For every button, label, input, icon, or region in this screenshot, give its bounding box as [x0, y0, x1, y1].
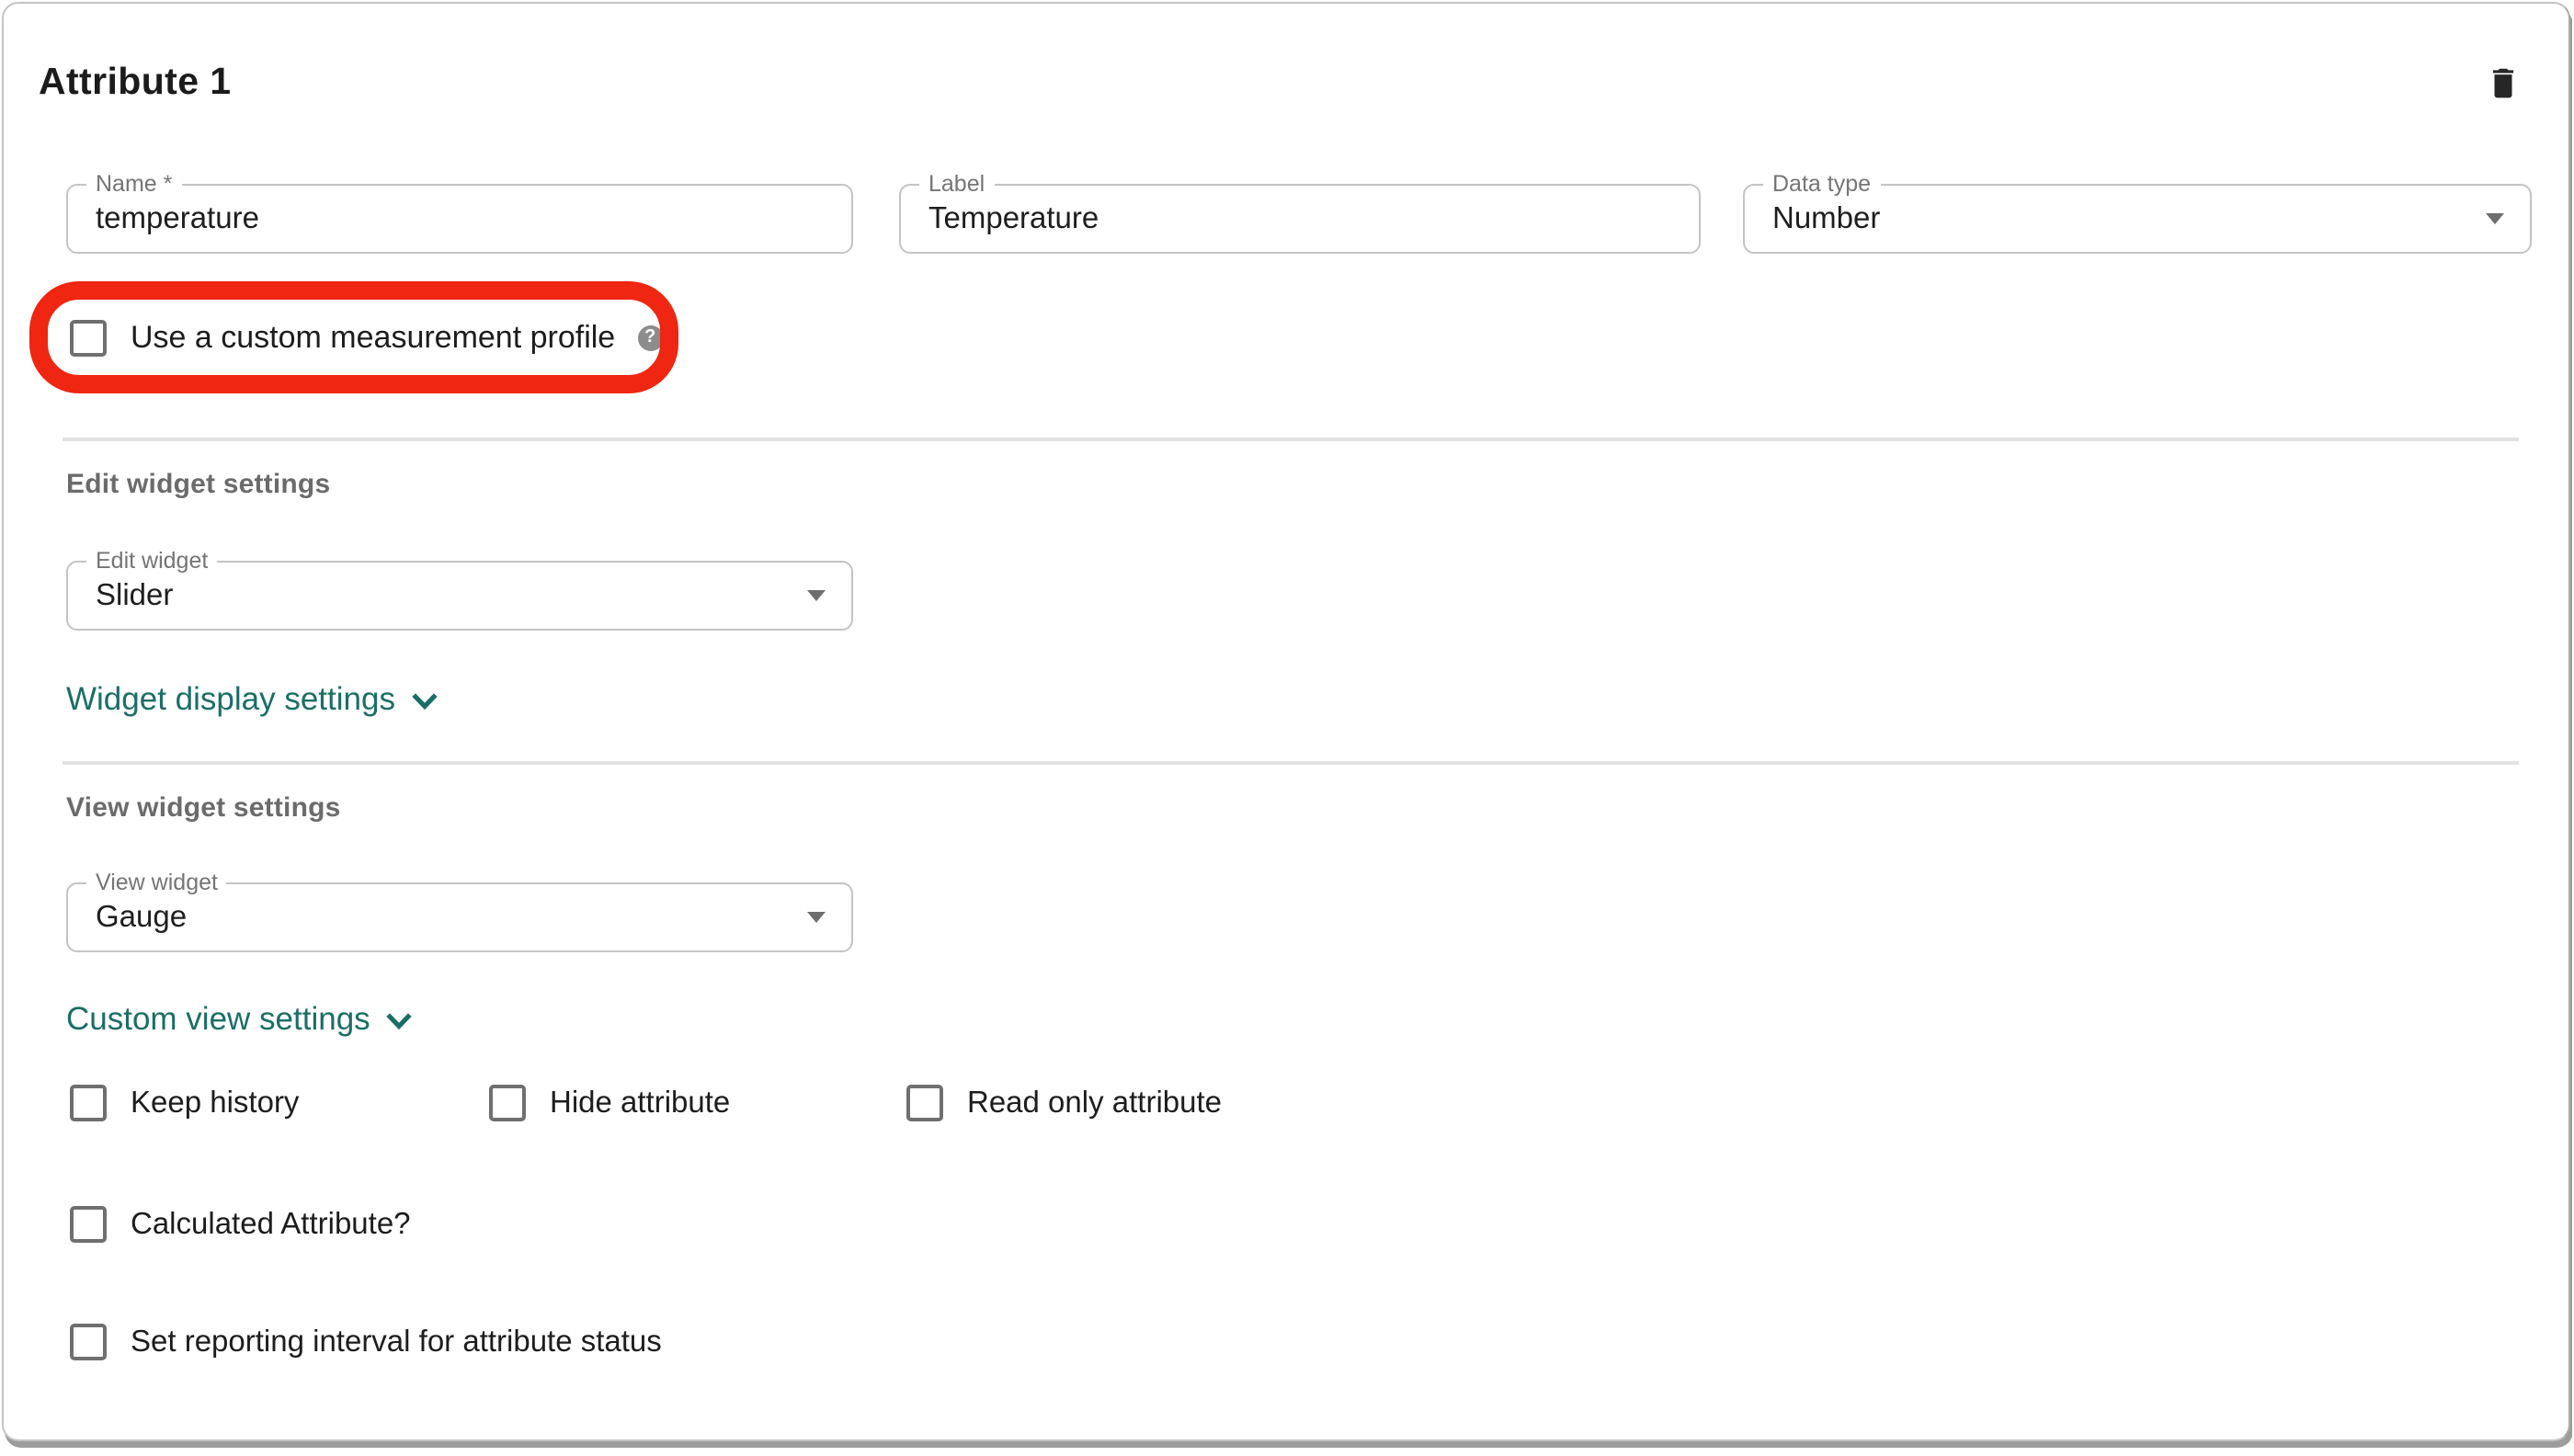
keep-history-checkbox[interactable]: [70, 1085, 107, 1121]
chevron-down-icon: [412, 693, 438, 711]
custom-view-settings-link-label: Custom view settings: [66, 1000, 370, 1039]
help-icon[interactable]: ?: [637, 324, 663, 350]
reporting-interval-checkbox-row[interactable]: Set reporting interval for attribute sta…: [70, 1320, 662, 1364]
view-widget-select[interactable]: View widget Gauge: [66, 882, 853, 952]
read-only-attribute-checkbox-row[interactable]: Read only attribute: [906, 1081, 1222, 1125]
custom-view-settings-link[interactable]: Custom view settings: [66, 1000, 413, 1039]
dropdown-arrow-icon: [807, 590, 826, 601]
data-type-value: Number: [1745, 186, 2530, 252]
dropdown-arrow-icon: [807, 912, 826, 923]
dropdown-arrow-icon: [2486, 213, 2504, 224]
reporting-interval-checkbox[interactable]: [70, 1324, 107, 1360]
hide-attribute-checkbox[interactable]: [489, 1085, 526, 1121]
edit-widget-value: Slider: [68, 563, 851, 629]
widget-display-settings-link[interactable]: Widget display settings: [66, 680, 438, 719]
attribute-card: Attribute 1 Name * Label Data type Numbe…: [2, 2, 2569, 1441]
reporting-interval-label: Set reporting interval for attribute sta…: [131, 1325, 662, 1359]
custom-measurement-profile-label: Use a custom measurement profile: [131, 319, 615, 356]
name-field: Name *: [66, 184, 853, 254]
data-type-select[interactable]: Data type Number: [1743, 184, 2532, 254]
keep-history-label: Keep history: [131, 1086, 299, 1120]
divider: [63, 761, 2519, 764]
calculated-attribute-label: Calculated Attribute?: [131, 1207, 411, 1242]
keep-history-checkbox-row[interactable]: Keep history: [70, 1081, 299, 1125]
view-widget-value: Gauge: [68, 884, 851, 950]
calculated-attribute-checkbox[interactable]: [70, 1206, 107, 1243]
read-only-attribute-label: Read only attribute: [967, 1086, 1222, 1120]
name-input[interactable]: [68, 186, 851, 252]
page-title: Attribute 1: [39, 61, 231, 105]
read-only-attribute-checkbox[interactable]: [906, 1085, 943, 1121]
view-widget-settings-heading: View widget settings: [66, 792, 341, 824]
chevron-down-icon: [387, 1013, 413, 1031]
label-field: Label: [899, 184, 1701, 254]
divider: [63, 438, 2519, 440]
custom-measurement-profile-checkbox-row[interactable]: Use a custom measurement profile ?: [70, 313, 663, 362]
edit-widget-select[interactable]: Edit widget Slider: [66, 561, 853, 631]
attribute-card-page: Attribute 1 Name * Label Data type Numbe…: [0, 0, 2574, 1456]
custom-measurement-profile-checkbox[interactable]: [70, 319, 107, 356]
calculated-attribute-checkbox-row[interactable]: Calculated Attribute?: [70, 1202, 411, 1246]
delete-attribute-button[interactable]: [2477, 55, 2528, 107]
hide-attribute-label: Hide attribute: [550, 1086, 730, 1120]
label-input[interactable]: [901, 186, 1699, 252]
edit-widget-settings-heading: Edit widget settings: [66, 469, 330, 500]
widget-display-settings-link-label: Widget display settings: [66, 680, 395, 719]
trash-icon: [2485, 62, 2520, 100]
hide-attribute-checkbox-row[interactable]: Hide attribute: [489, 1081, 730, 1125]
